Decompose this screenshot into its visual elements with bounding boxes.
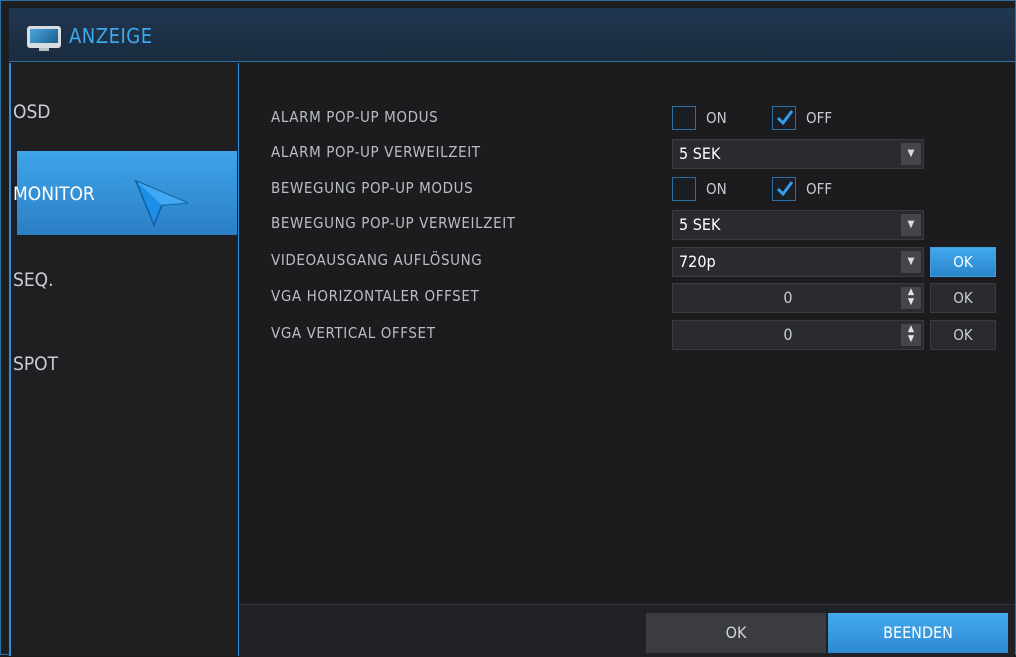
vga-horizontal-offset-stepper[interactable]: 0 ▲ ▼ — [672, 283, 924, 313]
alarm-popup-mode-row: ALARM POP-UP MODUS ON OFF — [239, 104, 1015, 132]
stepper-value: 0 — [783, 325, 793, 344]
alarm-popup-mode-label: ALARM POP-UP MODUS — [271, 108, 439, 126]
sidebar-item-seq[interactable]: SEQ. — [11, 253, 237, 337]
sidebar-item-label: MONITOR — [13, 183, 95, 205]
sidebar-item-monitor[interactable]: MONITOR — [13, 151, 237, 235]
chevron-down-icon[interactable]: ▼ — [901, 214, 921, 236]
motion-popup-mode-label: BEWEGUNG POP-UP MODUS — [271, 179, 474, 197]
select-value: 5 SEK — [679, 215, 721, 234]
stepper-value: 0 — [783, 288, 793, 307]
alarm-popup-mode-on-label: ON — [706, 109, 727, 127]
vga-horizontal-ok-button[interactable]: OK — [930, 283, 996, 313]
checkmark-icon — [776, 181, 794, 197]
alarm-popup-mode-on-checkbox[interactable] — [672, 106, 696, 130]
vga-vertical-offset-label: VGA VERTICAL OFFSET — [271, 324, 436, 342]
alarm-popup-mode-off-label: OFF — [806, 109, 833, 127]
up-down-arrows-icon[interactable]: ▲ ▼ — [901, 287, 921, 309]
settings-panel: ALARM POP-UP MODUS ON OFF ALARM POP-UP V… — [239, 63, 1015, 604]
motion-popup-dwell-select[interactable]: 5 SEK ▼ — [672, 210, 924, 240]
alarm-popup-dwell-row: ALARM POP-UP VERWEILZEIT 5 SEK ▼ — [239, 139, 1015, 169]
vga-vertical-offset-row: VGA VERTICAL OFFSET 0 ▲ ▼ OK — [239, 320, 1015, 350]
title-bar: ANZEIGE — [9, 8, 1015, 62]
alarm-popup-dwell-label: ALARM POP-UP VERWEILZEIT — [271, 143, 481, 161]
sidebar-item-label: OSD — [13, 101, 51, 123]
window-title: ANZEIGE — [69, 24, 153, 48]
alarm-popup-mode-off-checkbox[interactable] — [772, 106, 796, 130]
motion-popup-dwell-label: BEWEGUNG POP-UP VERWEILZEIT — [271, 214, 516, 232]
sidebar-item-spot[interactable]: SPOT — [11, 339, 237, 423]
motion-popup-mode-off-label: OFF — [806, 180, 833, 198]
settings-window: ANZEIGE OSD MONITOR SEQ. SPOT ALARM POP-… — [0, 0, 1016, 657]
alarm-popup-dwell-select[interactable]: 5 SEK ▼ — [672, 139, 924, 169]
pointer-cursor-icon — [134, 179, 189, 227]
sidebar-item-label: SEQ. — [13, 269, 54, 291]
up-down-arrows-icon[interactable]: ▲ ▼ — [901, 324, 921, 346]
footer-bar: OK BEENDEN — [239, 604, 1015, 657]
chevron-down-icon[interactable]: ▼ — [901, 143, 921, 165]
checkmark-icon — [776, 110, 794, 126]
motion-popup-mode-on-checkbox[interactable] — [672, 177, 696, 201]
motion-popup-mode-row: BEWEGUNG POP-UP MODUS ON OFF — [239, 175, 1015, 203]
motion-popup-mode-on-label: ON — [706, 180, 727, 198]
vga-vertical-offset-stepper[interactable]: 0 ▲ ▼ — [672, 320, 924, 350]
ok-button[interactable]: OK — [646, 613, 826, 653]
motion-popup-mode-off-checkbox[interactable] — [772, 177, 796, 201]
motion-popup-dwell-row: BEWEGUNG POP-UP VERWEILZEIT 5 SEK ▼ — [239, 210, 1015, 240]
vga-vertical-ok-button[interactable]: OK — [930, 320, 996, 350]
vga-horizontal-offset-label: VGA HORIZONTALER OFFSET — [271, 287, 480, 305]
exit-button[interactable]: BEENDEN — [828, 613, 1008, 653]
monitor-icon — [27, 26, 61, 51]
vga-horizontal-offset-row: VGA HORIZONTALER OFFSET 0 ▲ ▼ OK — [239, 283, 1015, 313]
select-value: 5 SEK — [679, 144, 721, 163]
sidebar-item-label: SPOT — [13, 353, 59, 375]
chevron-down-icon[interactable]: ▼ — [901, 251, 921, 273]
video-output-resolution-label: VIDEOAUSGANG AUFLÖSUNG — [271, 251, 483, 269]
video-output-resolution-select[interactable]: 720p ▼ — [672, 247, 924, 277]
select-value: 720p — [679, 252, 716, 271]
video-output-ok-button[interactable]: OK — [930, 247, 996, 277]
video-output-resolution-row: VIDEOAUSGANG AUFLÖSUNG 720p ▼ OK — [239, 247, 1015, 277]
sidebar: OSD MONITOR SEQ. SPOT — [9, 63, 240, 656]
